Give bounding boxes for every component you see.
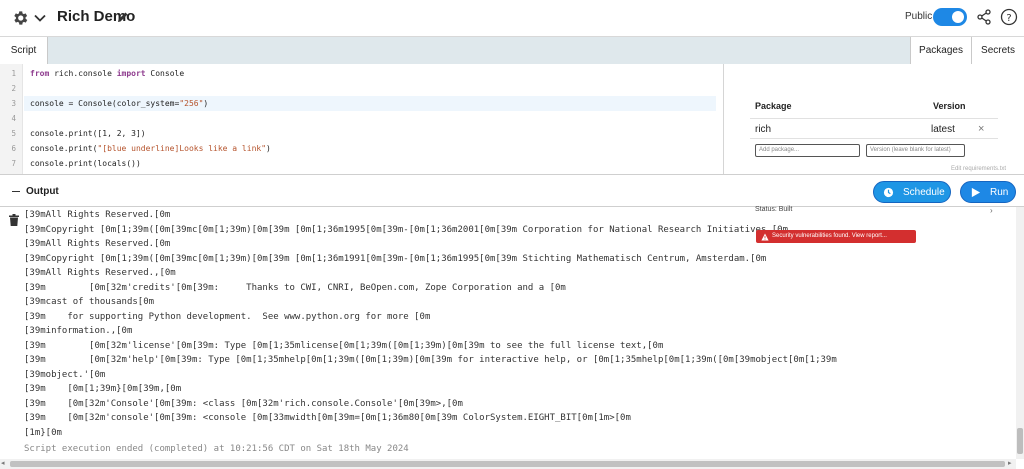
output-bar: Output Schedule Run [0, 174, 1024, 207]
code-line[interactable]: 4 [0, 111, 724, 126]
schedule-button[interactable]: Schedule [873, 181, 951, 203]
console-line: [39mCopyright [0m[1;39m([0m[39mc[0… [24, 253, 766, 265]
console-line: [39mAll Rights Reserved.,[0m [24, 267, 176, 279]
scrollbar-thumb[interactable] [10, 461, 1005, 467]
console-line: [39mobject.'[0m [24, 369, 105, 381]
code-text: from rich.console import Console [30, 66, 184, 81]
scrollbar-thumb[interactable] [1017, 428, 1023, 454]
warning-icon [761, 233, 769, 241]
console-line: [39m [0m[1;39m}[0m[39m,[0m [24, 383, 181, 395]
line-number: 6 [0, 141, 16, 156]
console-output[interactable]: [39mAll Rights Reserved.[0m [39mCopyr… [0, 207, 1016, 459]
console-line: [39mcast of thousands[0m [24, 296, 154, 308]
console-line: [39m [0m[32m'console'[0m[39m: <cons… [24, 412, 631, 424]
package-version: latest [931, 124, 955, 135]
console-line: [1m}[0m [24, 427, 62, 439]
public-label: Public [905, 11, 932, 22]
clock-icon [883, 187, 894, 198]
tab-secrets[interactable]: Secrets [972, 37, 1024, 64]
console-line: [39m [0m[32m'license'[0m[39m: Type … [24, 340, 663, 352]
toggle-knob [952, 11, 964, 23]
version-column-header: Version [933, 101, 966, 111]
code-line[interactable]: 7 console.print(locals()) [0, 156, 724, 171]
line-number: 2 [0, 81, 16, 96]
collapse-output-icon[interactable] [12, 191, 20, 192]
packages-panel: Package Version rich latest × Add packag… [725, 64, 1024, 174]
code-text: console.print("[blue underline]Looks lik… [30, 141, 271, 156]
schedule-label: Schedule [903, 182, 945, 204]
run-label: Run [990, 182, 1008, 204]
build-status: Status: Built [755, 206, 792, 213]
package-column-header: Package [755, 101, 792, 111]
scroll-left-icon[interactable]: ◂ [1, 459, 5, 469]
share-icon[interactable] [976, 9, 992, 25]
code-line[interactable]: 6 console.print("[blue underline]Looks l… [0, 141, 724, 156]
code-text: console = Console(color_system="256") [30, 96, 208, 111]
console-line: [39m [0m[32m'help'[0m[39m: Type [0… [24, 354, 837, 366]
chevron-down-icon[interactable] [33, 11, 47, 25]
chevron-right-icon[interactable]: › [990, 206, 993, 215]
play-icon [970, 187, 981, 198]
code-line[interactable]: 1 from rich.console import Console [0, 66, 724, 81]
top-bar: Rich Demo Public ? [0, 0, 1024, 37]
gear-icon[interactable] [11, 9, 29, 27]
trash-icon[interactable] [9, 214, 19, 226]
pencil-icon[interactable] [117, 11, 129, 23]
remove-package-icon[interactable]: × [978, 123, 984, 135]
code-text: console.print([1, 2, 3]) [30, 126, 146, 141]
add-package-input[interactable]: Add package... [755, 144, 860, 157]
help-icon[interactable]: ? [1000, 8, 1018, 26]
tab-strip-filler [48, 37, 911, 64]
tab-packages[interactable]: Packages [911, 37, 972, 64]
execution-status-line: Script execution ended (completed) at 10… [24, 443, 409, 455]
code-line[interactable]: 5 console.print([1, 2, 3]) [0, 126, 724, 141]
scroll-right-icon[interactable]: ▸ [1008, 459, 1012, 469]
version-input[interactable]: Version (leave blank for latest) [866, 144, 965, 157]
run-button[interactable]: Run [960, 181, 1016, 203]
line-number: 5 [0, 126, 16, 141]
console-line: [39minformation.,[0m [24, 325, 132, 337]
package-name: rich [755, 124, 771, 135]
line-number: 1 [0, 66, 16, 81]
horizontal-scrollbar[interactable]: ◂ ▸ [0, 459, 1016, 469]
console-line: [39mAll Rights Reserved.[0m [24, 209, 170, 221]
security-alert-text: Security vulnerabilities found. View rep… [772, 233, 887, 239]
tab-strip: Script Packages Secrets [0, 37, 1024, 64]
console-line: [39m [0m[32m'credits'[0m[39m: Thank… [24, 282, 566, 294]
svg-text:?: ? [1006, 13, 1011, 24]
console-line: [39mCopyright [0m[1;39m([0m[39mc[0… [24, 224, 788, 236]
public-toggle[interactable] [933, 8, 967, 26]
line-number: 4 [0, 111, 16, 126]
console-line: [39mAll Rights Reserved.[0m [24, 238, 170, 250]
code-text: console.print(locals()) [30, 156, 141, 171]
line-number: 7 [0, 156, 16, 171]
vertical-scrollbar[interactable] [1016, 207, 1024, 459]
security-alert-badge[interactable]: Security vulnerabilities found. View rep… [756, 230, 916, 243]
code-line[interactable]: 2 [0, 81, 724, 96]
code-editor[interactable]: 1 from rich.console import Console 2 3 c… [0, 64, 724, 174]
code-line-active[interactable]: 3 console = Console(color_system="256") [0, 96, 724, 111]
package-row: rich latest × [750, 118, 998, 139]
requirements-note: Edit requirements.txt [951, 166, 1006, 172]
console-line: [39m for supporting Python development.… [24, 311, 430, 323]
output-label: Output [26, 186, 59, 197]
line-number: 3 [0, 96, 16, 111]
console-line: [39m [0m[32m'Console'[0m[39m: <clas… [24, 398, 463, 410]
tab-script[interactable]: Script [0, 37, 48, 64]
